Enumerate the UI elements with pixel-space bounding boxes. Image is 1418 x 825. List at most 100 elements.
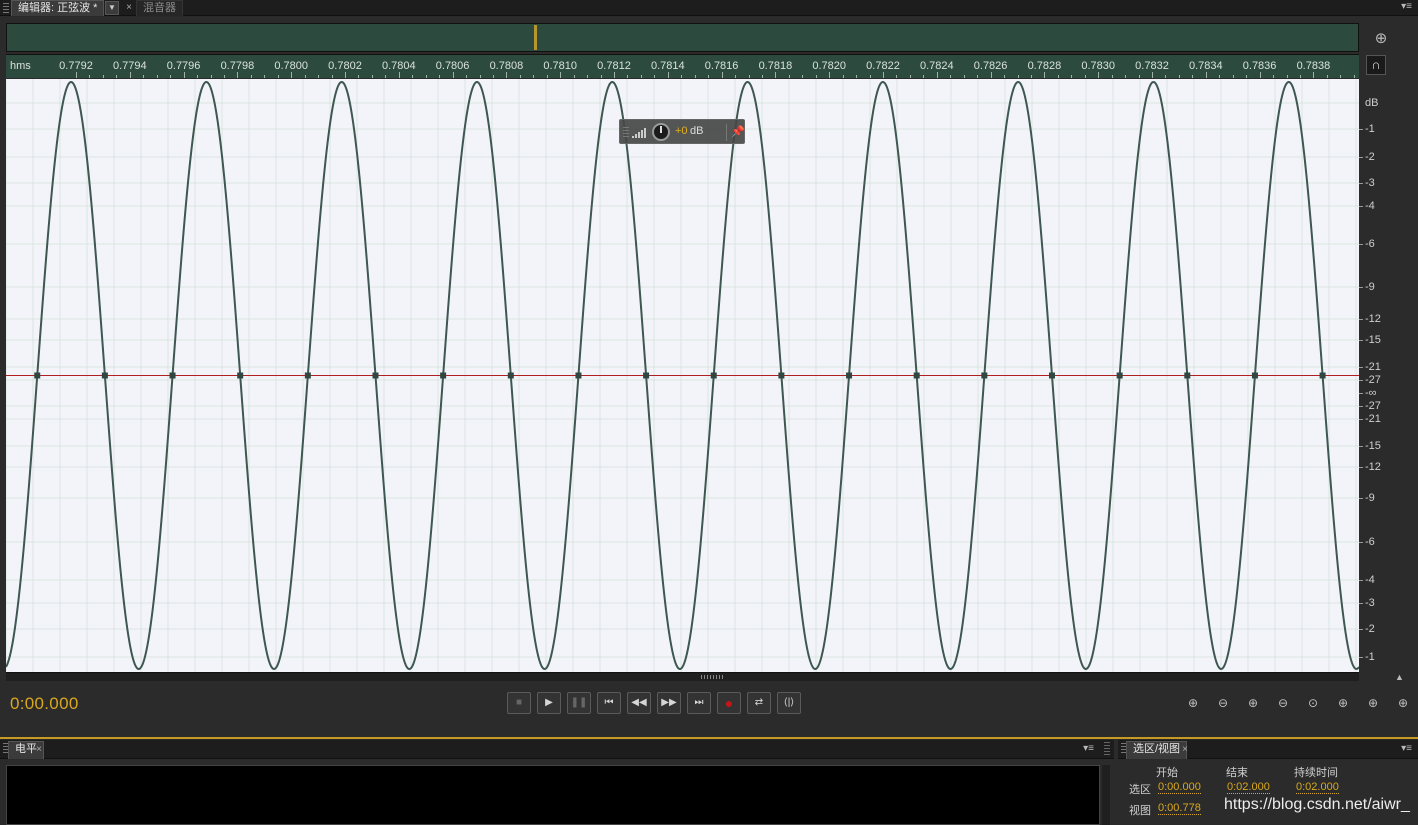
ruler-tick <box>869 75 871 78</box>
rewind-button[interactable]: ◀◀ <box>627 692 651 714</box>
overview-bar[interactable] <box>6 23 1359 52</box>
ruler-tick <box>183 72 185 78</box>
zoom-in-selection-end-icon[interactable]: ⊕ <box>1361 694 1385 712</box>
db-scale-label: -27 <box>1365 400 1381 412</box>
zoom-out-amplitude-icon[interactable]: ⊖ <box>1211 694 1235 712</box>
amplitude-hud[interactable]: +0 dB 📌 <box>619 119 745 144</box>
sample-point[interactable] <box>1184 372 1191 379</box>
horizontal-scrollbar[interactable] <box>6 672 1359 681</box>
sample-point[interactable] <box>169 372 176 379</box>
db-scale-label: -6 <box>1365 536 1375 548</box>
selection-duration-value[interactable]: 0:02.000 <box>1296 781 1339 794</box>
db-scale-label: -12 <box>1365 313 1381 325</box>
sample-point[interactable] <box>575 372 582 379</box>
sample-point[interactable] <box>710 372 717 379</box>
tab-editor[interactable]: 编辑器: 正弦波 * <box>11 0 105 16</box>
file-dropdown-button[interactable]: ▼ <box>105 1 119 15</box>
ruler-label: 0.7816 <box>704 60 739 72</box>
ruler-label: 0.7828 <box>1027 60 1062 72</box>
view-start-value[interactable]: 0:00.778 <box>1158 802 1201 815</box>
sample-point[interactable] <box>372 372 379 379</box>
sample-point[interactable] <box>101 372 108 379</box>
ruler-label: 0.7806 <box>435 60 470 72</box>
sample-point[interactable] <box>440 372 447 379</box>
ruler-tick <box>1326 75 1328 78</box>
sample-point[interactable] <box>237 372 244 379</box>
snap-magnet-icon[interactable]: ∩ <box>1366 55 1386 75</box>
db-scale-label: -15 <box>1365 334 1381 346</box>
close-level-icon[interactable]: × <box>34 742 44 758</box>
loop-playback-button[interactable]: ⇄ <box>747 692 771 714</box>
stop-button[interactable]: ■ <box>507 692 531 714</box>
zoom-out-full-icon[interactable]: ⊙ <box>1301 694 1325 712</box>
play-button[interactable]: ▶ <box>537 692 561 714</box>
db-scale-label: -9 <box>1365 281 1375 293</box>
pause-button[interactable]: ❚❚ <box>567 692 591 714</box>
go-to-start-button[interactable]: ⏮ <box>597 692 621 714</box>
selection-start-value[interactable]: 0:00.000 <box>1158 781 1201 794</box>
sample-point[interactable] <box>981 372 988 379</box>
ruler-tick <box>116 75 118 78</box>
time-ruler[interactable]: hms 0.7792 0.7794 0.7796 0.7798 0.7800 0.7802… <box>6 54 1359 78</box>
ruler-label: 0.7822 <box>866 60 900 72</box>
zoom-in-selection-start-icon[interactable]: ⊕ <box>1331 694 1355 712</box>
tab-selection-view[interactable]: 选区/视图 <box>1126 741 1188 759</box>
pin-icon[interactable]: 📌 <box>731 125 745 138</box>
overview-view-marker[interactable] <box>534 25 537 50</box>
record-button[interactable]: ● <box>717 692 741 714</box>
close-tab-icon[interactable]: × <box>124 0 134 16</box>
sample-point[interactable] <box>846 372 853 379</box>
sample-point[interactable] <box>34 372 41 379</box>
hud-separator <box>726 124 727 141</box>
ruler-tick <box>439 75 441 78</box>
go-to-end-button[interactable]: ⏭ <box>687 692 711 714</box>
close-selection-icon[interactable]: × <box>1180 742 1190 758</box>
selection-end-value[interactable]: 0:02.000 <box>1227 781 1270 794</box>
row-label-selection: 选区 <box>1129 784 1151 796</box>
db-scale-tick <box>1359 206 1363 207</box>
amplitude-value[interactable]: +0 <box>675 125 688 137</box>
sample-point[interactable] <box>643 372 650 379</box>
header-start: 开始 <box>1156 767 1178 779</box>
ruler-tick <box>1071 75 1073 78</box>
sample-point[interactable] <box>913 372 920 379</box>
zoom-in-time-icon[interactable]: ⊕ <box>1241 694 1265 712</box>
db-scale: dB -1 -2 -3 -4 -6 -9 -12 -15 -21 -27 -∞ -27 -21 -15 -12… <box>1359 79 1418 672</box>
ruler-tick <box>1017 75 1019 78</box>
db-scale-label: -27 <box>1365 374 1381 386</box>
panel-menu-icon[interactable]: ▾≡ <box>1401 1 1412 12</box>
tab-mixer[interactable]: 混音器 <box>136 0 183 16</box>
sample-point[interactable] <box>1251 372 1258 379</box>
sample-point[interactable] <box>304 372 311 379</box>
hud-grip[interactable] <box>623 127 629 137</box>
panel-grip[interactable] <box>3 3 9 13</box>
ruler-label: 0.7808 <box>489 60 524 72</box>
zoom-out-time-icon[interactable]: ⊖ <box>1271 694 1295 712</box>
waveform-svg[interactable] <box>6 79 1359 672</box>
scrollbar-grip[interactable] <box>701 675 725 679</box>
selection-panel-menu-icon[interactable]: ▾≡ <box>1401 743 1412 754</box>
level-vertical-scrollbar[interactable] <box>1102 765 1110 825</box>
ruler-label: 0.7834 <box>1188 60 1223 72</box>
db-scale-label: -∞ <box>1365 387 1377 399</box>
amplitude-knob[interactable] <box>652 123 670 141</box>
skip-selection-button[interactable]: ⟨|⟩ <box>777 692 801 714</box>
scroll-up-arrow-icon[interactable]: ▲ <box>1395 672 1404 682</box>
ruler-tick <box>519 75 521 78</box>
panel-split-grip[interactable] <box>1104 742 1110 756</box>
sample-point[interactable] <box>1048 372 1055 379</box>
sample-point[interactable] <box>778 372 785 379</box>
db-scale-tick <box>1359 419 1363 420</box>
level-panel-menu-icon[interactable]: ▾≡ <box>1083 743 1094 754</box>
ruler-tick <box>385 75 387 78</box>
zoom-in-amplitude-icon[interactable]: ⊕ <box>1181 694 1205 712</box>
waveform-display[interactable] <box>6 79 1359 672</box>
sample-point[interactable] <box>507 372 514 379</box>
timecode-display[interactable]: 0:00.000 <box>10 694 79 714</box>
fast-forward-button[interactable]: ▶▶ <box>657 692 681 714</box>
zoom-to-selection-icon[interactable]: ⊕ <box>1391 694 1415 712</box>
sample-point[interactable] <box>1116 372 1123 379</box>
zoom-navigator-icon[interactable]: ⊕ <box>1371 29 1391 49</box>
sample-point[interactable] <box>1319 372 1326 379</box>
ruler-tick <box>1286 75 1288 78</box>
